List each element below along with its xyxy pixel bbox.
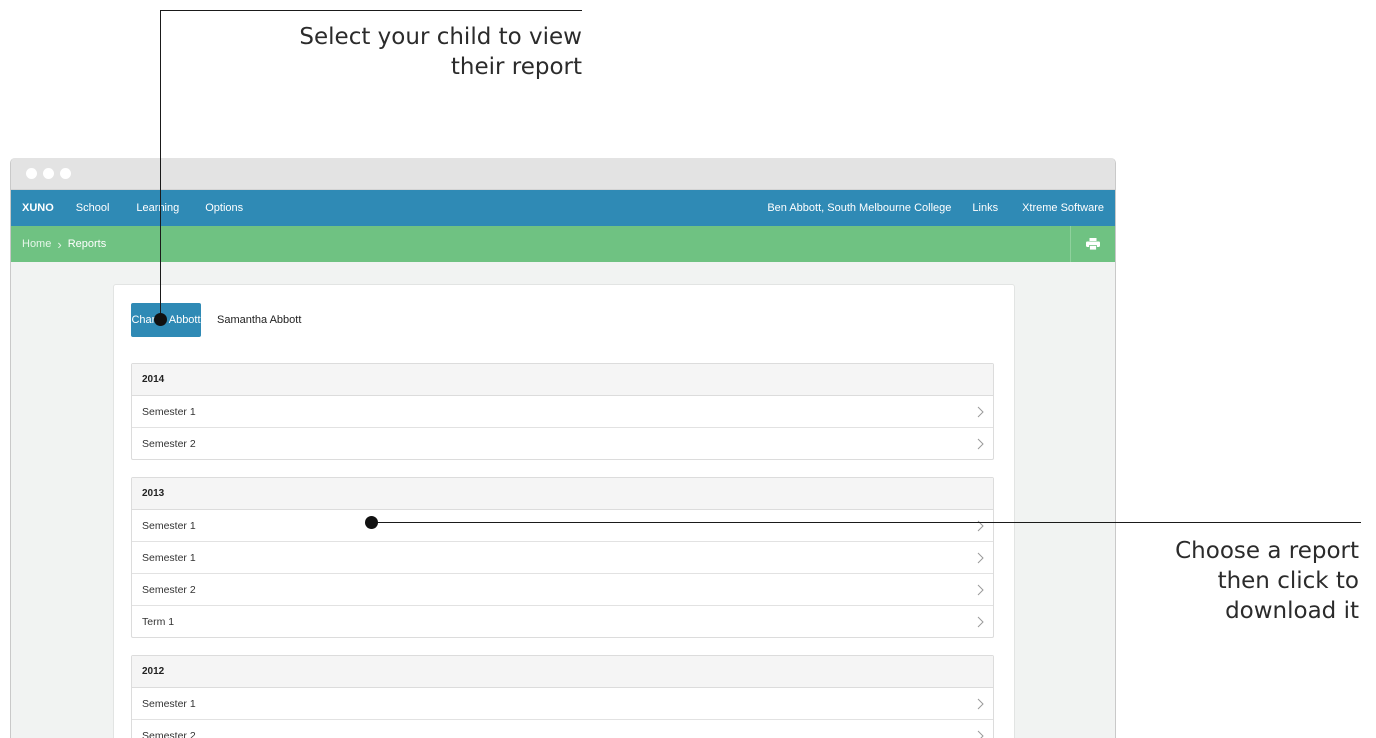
breadcrumb: Home › Reports bbox=[11, 226, 1115, 262]
annotation-choose-report: Choose a report then click to download i… bbox=[1130, 536, 1359, 626]
annotation-select-child-line1: Select your child to view bbox=[250, 22, 582, 52]
annotation-top-dot bbox=[154, 313, 167, 326]
chevron-right-icon bbox=[973, 583, 987, 597]
reports-panel: Charlie Abbott Samantha Abbott 2014 Seme… bbox=[113, 284, 1015, 738]
report-row[interactable]: Term 1 bbox=[132, 606, 993, 637]
report-row[interactable]: Semester 1 bbox=[132, 688, 993, 720]
annotation-choose-report-line3: download it bbox=[1130, 596, 1359, 626]
window-zoom-dot[interactable] bbox=[60, 168, 71, 179]
child-tab-samantha[interactable]: Samantha Abbott bbox=[203, 303, 315, 337]
year-group-2014: 2014 Semester 1 Semester 2 bbox=[131, 363, 994, 460]
breadcrumb-separator-icon: › bbox=[57, 237, 61, 252]
year-header: 2012 bbox=[132, 656, 993, 688]
browser-window: XUNO School Learning Options Ben Abbott,… bbox=[10, 158, 1116, 738]
annotation-choose-report-line1: Choose a report bbox=[1130, 536, 1359, 566]
nav-options[interactable]: Options bbox=[205, 202, 243, 214]
report-row[interactable]: Semester 1 bbox=[132, 510, 993, 542]
window-minimize-dot[interactable] bbox=[43, 168, 54, 179]
nav-school[interactable]: School bbox=[76, 202, 110, 214]
breadcrumb-home[interactable]: Home bbox=[22, 238, 51, 250]
report-row[interactable]: Semester 2 bbox=[132, 720, 993, 738]
year-group-2012: 2012 Semester 1 Semester 2 bbox=[131, 655, 994, 738]
annotation-top-vertical-line bbox=[160, 10, 161, 320]
annotation-right-dot bbox=[365, 516, 378, 529]
window-titlebar bbox=[11, 158, 1115, 190]
chevron-right-icon bbox=[973, 697, 987, 711]
print-button[interactable] bbox=[1070, 226, 1115, 262]
report-row[interactable]: Semester 1 bbox=[132, 542, 993, 574]
window-close-dot[interactable] bbox=[26, 168, 37, 179]
annotation-select-child-line2: their report bbox=[250, 52, 582, 82]
chevron-right-icon bbox=[973, 405, 987, 419]
annotation-select-child: Select your child to view their report bbox=[250, 22, 582, 82]
annotation-choose-report-line2: then click to bbox=[1130, 566, 1359, 596]
report-row[interactable]: Semester 2 bbox=[132, 574, 993, 606]
chevron-right-icon bbox=[973, 729, 987, 738]
report-name: Semester 1 bbox=[142, 698, 196, 710]
year-header: 2014 bbox=[132, 364, 993, 396]
report-name: Semester 1 bbox=[142, 552, 196, 564]
nav-xtreme-software[interactable]: Xtreme Software bbox=[1022, 202, 1104, 214]
report-name: Semester 2 bbox=[142, 438, 196, 450]
nav-user-school[interactable]: Ben Abbott, South Melbourne College bbox=[767, 202, 951, 214]
nav-links[interactable]: Links bbox=[972, 202, 998, 214]
chevron-right-icon bbox=[973, 615, 987, 629]
year-group-2013: 2013 Semester 1 Semester 1 Semester 2 Te… bbox=[131, 477, 994, 638]
report-row[interactable]: Semester 2 bbox=[132, 428, 993, 459]
annotation-top-horizontal-line bbox=[160, 10, 582, 11]
report-row[interactable]: Semester 1 bbox=[132, 396, 993, 428]
chevron-right-icon bbox=[973, 551, 987, 565]
nav-learning[interactable]: Learning bbox=[136, 202, 179, 214]
annotation-right-horizontal-line bbox=[372, 522, 1361, 523]
report-name: Term 1 bbox=[142, 616, 174, 628]
year-header: 2013 bbox=[132, 478, 993, 510]
breadcrumb-reports: Reports bbox=[68, 238, 107, 250]
report-name: Semester 1 bbox=[142, 520, 196, 532]
brand-logo[interactable]: XUNO bbox=[22, 202, 54, 214]
report-name: Semester 1 bbox=[142, 406, 196, 418]
top-nav: XUNO School Learning Options Ben Abbott,… bbox=[11, 190, 1115, 226]
chevron-right-icon bbox=[973, 437, 987, 451]
report-name: Semester 2 bbox=[142, 584, 196, 596]
printer-icon bbox=[1086, 238, 1100, 250]
